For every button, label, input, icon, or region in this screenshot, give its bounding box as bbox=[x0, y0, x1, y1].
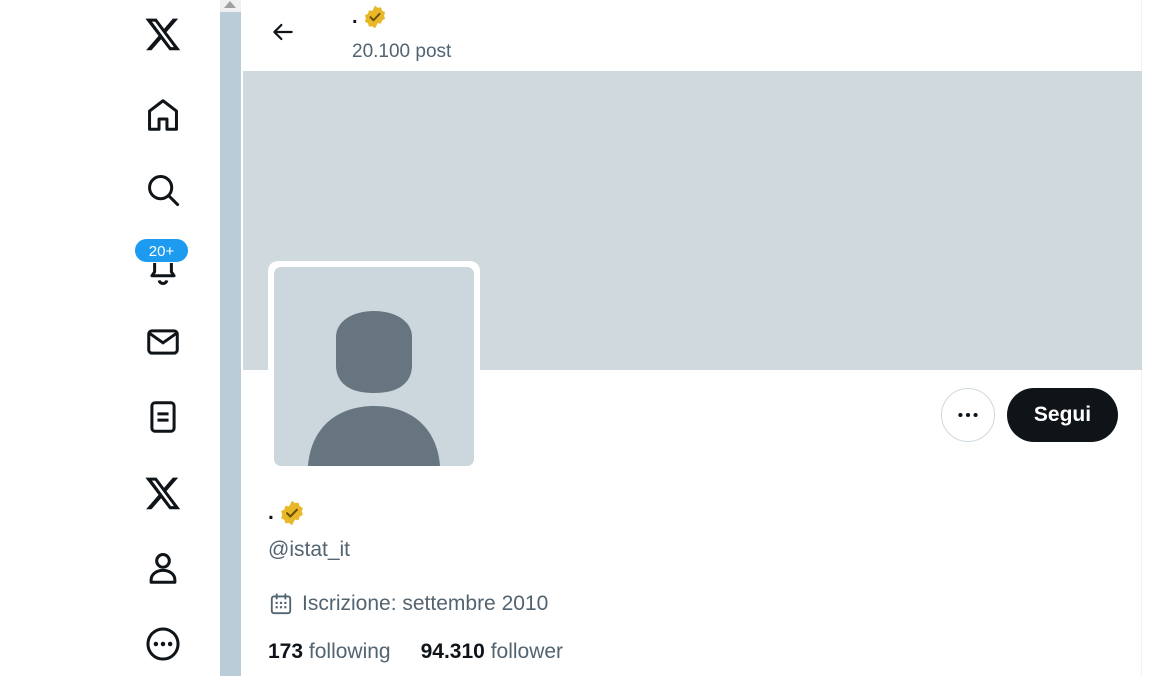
follow-button[interactable]: Segui bbox=[1007, 388, 1118, 442]
side-nav: 20+ bbox=[0, 0, 220, 676]
profile-handle: @istat_it bbox=[268, 538, 351, 561]
more-options-button[interactable] bbox=[941, 388, 995, 442]
profile-name: . bbox=[268, 499, 306, 527]
x-logo-icon bbox=[145, 18, 181, 51]
x-logo-link[interactable] bbox=[130, 1, 196, 67]
header-post-count: 20.100 post bbox=[352, 41, 452, 62]
home-icon bbox=[148, 99, 178, 131]
profile-icon bbox=[149, 553, 177, 584]
nav-more[interactable] bbox=[130, 611, 196, 676]
scrollbar-thumb[interactable] bbox=[220, 12, 241, 676]
nav-messages[interactable] bbox=[130, 309, 196, 375]
verified-badge-icon bbox=[364, 5, 385, 29]
following-link[interactable]: 173 following bbox=[268, 640, 391, 664]
header-display-name: . bbox=[352, 5, 358, 28]
nav-lists[interactable] bbox=[130, 384, 196, 450]
mail-icon bbox=[147, 329, 179, 355]
default-avatar-icon bbox=[308, 311, 440, 466]
following-count: 173 bbox=[268, 640, 304, 663]
more-circle-icon bbox=[146, 627, 180, 661]
nav-premium[interactable] bbox=[130, 460, 196, 526]
profile-joined: Iscrizione: settembre 2010 bbox=[268, 591, 548, 617]
followers-count: 94.310 bbox=[420, 640, 485, 663]
profile-stats: 173 following 94.310 follower bbox=[268, 640, 563, 664]
calendar-icon bbox=[270, 593, 292, 615]
lists-icon bbox=[150, 401, 176, 433]
back-arrow-icon bbox=[273, 23, 293, 41]
nav-home[interactable] bbox=[130, 82, 196, 148]
avatar bbox=[274, 267, 474, 466]
joined-date: Iscrizione: settembre 2010 bbox=[302, 592, 549, 615]
back-button[interactable] bbox=[263, 12, 303, 52]
scrollbar[interactable] bbox=[220, 0, 241, 676]
search-icon bbox=[148, 175, 180, 207]
scroll-up-arrow[interactable] bbox=[224, 1, 236, 8]
premium-x-icon bbox=[145, 477, 181, 510]
following-label: following bbox=[308, 640, 391, 663]
avatar-frame[interactable] bbox=[268, 261, 480, 472]
notifications-badge: 20+ bbox=[134, 238, 189, 263]
profile-display-name: . bbox=[268, 501, 274, 524]
followers-label: follower bbox=[490, 640, 564, 663]
profile-column: . 20.100 post Segui . @istat_it Iscrizio… bbox=[243, 0, 1142, 676]
followers-link[interactable]: 94.310 follower bbox=[421, 640, 563, 664]
verified-badge-icon[interactable] bbox=[278, 499, 306, 527]
nav-explore[interactable] bbox=[130, 157, 196, 223]
header-title: . bbox=[352, 4, 388, 30]
more-dots-icon bbox=[958, 412, 978, 418]
nav-profile[interactable] bbox=[130, 535, 196, 601]
